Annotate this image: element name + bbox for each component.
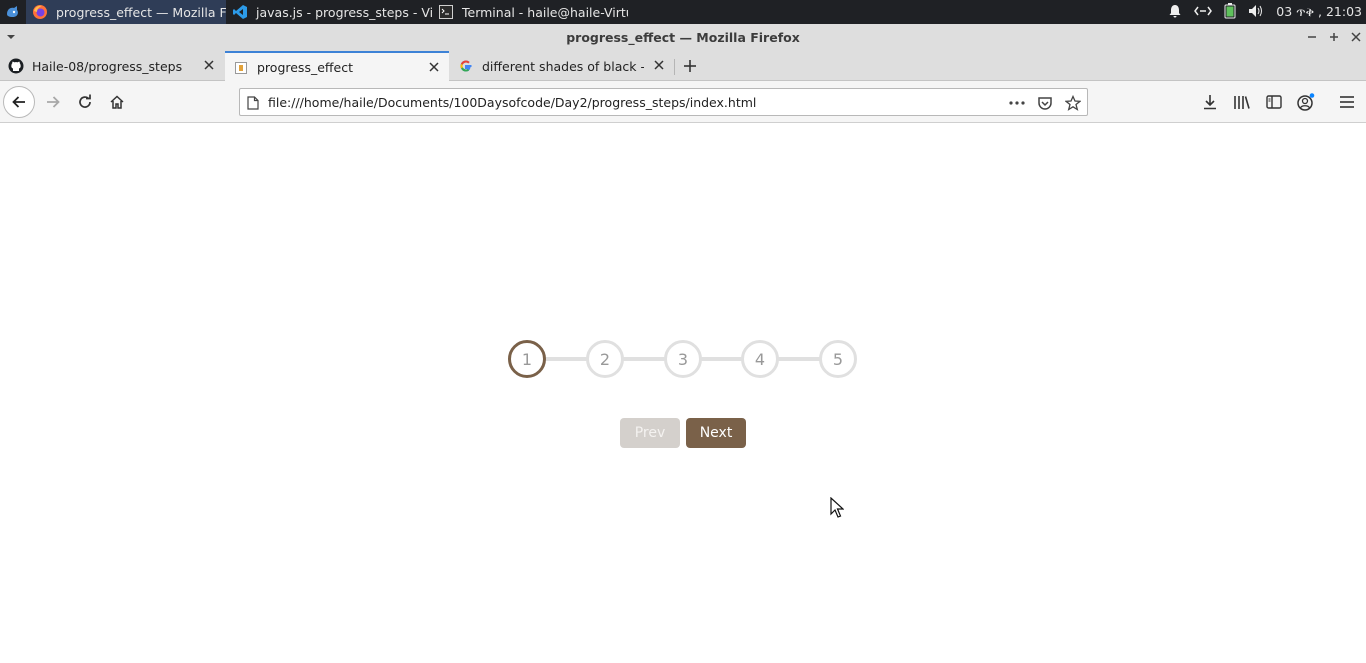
clock[interactable]: 03 ጥቅ , 21:03 — [1276, 4, 1362, 20]
url-bar[interactable]: file:///home/haile/Documents/100Daysofco… — [239, 88, 1088, 116]
maximize-icon[interactable] — [1325, 28, 1343, 46]
next-button[interactable]: Next — [686, 418, 746, 448]
taskbar: progress_effect — Mozilla Fi... javas.js… — [0, 0, 1366, 24]
new-tab-icon[interactable] — [680, 56, 700, 76]
notification-bell-icon[interactable] — [1168, 4, 1182, 21]
task-label: javas.js - progress_steps - Vi... — [256, 4, 432, 20]
navigation-toolbar: file:///home/haile/Documents/100Daysofco… — [0, 81, 1366, 123]
file-page-icon — [233, 60, 249, 76]
google-icon — [458, 58, 474, 74]
close-tab-icon[interactable] — [427, 60, 441, 74]
tab-google[interactable]: different shades of black - Go — [450, 51, 674, 81]
step-circle-4: 4 — [741, 340, 779, 378]
terminal-icon — [438, 4, 454, 20]
github-icon — [8, 58, 24, 74]
task-terminal[interactable]: Terminal - haile@haile-Virtu... — [432, 0, 628, 24]
tab-label: progress_effect — [257, 60, 353, 75]
tab-github[interactable]: Haile-08/progress_steps — [0, 51, 224, 81]
battery-icon[interactable] — [1224, 2, 1236, 22]
tab-label: Haile-08/progress_steps — [32, 58, 183, 74]
task-firefox[interactable]: progress_effect — Mozilla Fi... — [26, 0, 226, 24]
close-tab-icon[interactable] — [652, 58, 666, 72]
downloads-icon[interactable] — [1199, 92, 1221, 112]
pocket-icon[interactable] — [1035, 93, 1055, 113]
task-label: Terminal - haile@haile-Virtu... — [462, 4, 628, 20]
hamburger-menu-icon[interactable] — [1336, 92, 1358, 112]
window-title: progress_effect — Mozilla Firefox — [566, 30, 800, 45]
sidebar-icon[interactable] — [1263, 92, 1285, 112]
close-window-icon[interactable] — [1347, 28, 1365, 46]
whisker-menu-icon[interactable] — [0, 0, 26, 24]
step-circle-2: 2 — [586, 340, 624, 378]
network-icon[interactable] — [1194, 5, 1213, 20]
library-icon[interactable] — [1231, 92, 1253, 112]
home-icon[interactable] — [101, 86, 133, 118]
back-arrow-icon[interactable] — [3, 86, 35, 118]
minimize-icon[interactable] — [1303, 28, 1321, 46]
vscode-icon — [232, 4, 248, 20]
prev-button[interactable]: Prev — [620, 418, 680, 448]
close-tab-icon[interactable] — [202, 58, 216, 72]
reload-icon[interactable] — [69, 86, 101, 118]
step-circle-3: 3 — [664, 340, 702, 378]
system-tray: 03 ጥቅ , 21:03 — [1168, 0, 1366, 24]
tab-progress-effect[interactable]: progress_effect — [225, 51, 449, 82]
task-label: progress_effect — Mozilla Fi... — [56, 4, 226, 20]
step-circle-5: 5 — [819, 340, 857, 378]
firefox-icon — [32, 4, 48, 20]
page-info-icon[interactable] — [247, 95, 259, 114]
task-vscode[interactable]: javas.js - progress_steps - Vi... — [226, 0, 432, 24]
tab-label: different shades of black - Go — [482, 58, 644, 74]
tab-bar: Haile-08/progress_steps progress_effect … — [0, 51, 1366, 82]
window-titlebar: progress_effect — Mozilla Firefox — [0, 24, 1366, 51]
mouse-pointer-icon — [830, 496, 845, 523]
tab-separator — [674, 59, 675, 75]
volume-icon[interactable] — [1248, 4, 1264, 21]
progress-steps: 1 2 3 4 5 — [508, 340, 858, 378]
step-circle-1: 1 — [508, 340, 546, 378]
account-icon[interactable] — [1295, 92, 1317, 112]
bookmark-star-icon[interactable] — [1063, 93, 1083, 113]
page-content: 1 2 3 4 5 Prev Next — [0, 123, 1366, 663]
url-text[interactable]: file:///home/haile/Documents/100Daysofco… — [268, 95, 756, 110]
page-actions-icon[interactable] — [1007, 93, 1027, 113]
forward-arrow-icon[interactable] — [37, 86, 69, 118]
